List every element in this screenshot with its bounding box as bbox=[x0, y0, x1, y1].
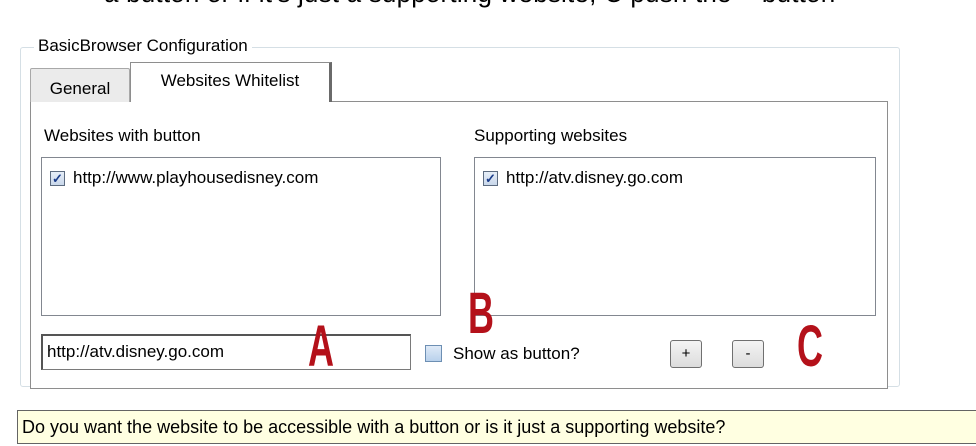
websites-with-button-list[interactable]: ✓ http://www.playhousedisney.com bbox=[41, 157, 441, 316]
instruction-text: a button or if it's just a supporting we… bbox=[104, 0, 835, 9]
url-input[interactable]: http://atv.disney.go.com bbox=[41, 334, 411, 370]
annotation-b: B bbox=[468, 281, 494, 346]
list-item[interactable]: ✓ http://atv.disney.go.com bbox=[483, 168, 683, 188]
tab-general[interactable]: General bbox=[30, 68, 130, 102]
list-item[interactable]: ✓ http://www.playhousedisney.com bbox=[50, 168, 318, 188]
annotation-a: A bbox=[308, 314, 334, 379]
checkbox-checked[interactable]: ✓ bbox=[50, 170, 65, 186]
supporting-websites-list[interactable]: ✓ http://atv.disney.go.com bbox=[474, 157, 876, 316]
remove-button[interactable]: - bbox=[732, 340, 764, 368]
show-as-button-checkbox[interactable] bbox=[425, 345, 442, 362]
websites-with-button-label: Websites with button bbox=[44, 126, 201, 145]
annotation-c: C bbox=[797, 314, 823, 379]
tab-websites-whitelist[interactable]: Websites Whitelist bbox=[130, 62, 332, 102]
tooltip: Do you want the website to be accessible… bbox=[17, 410, 976, 444]
add-button[interactable]: + bbox=[670, 340, 702, 368]
show-as-button-label: Show as button? bbox=[453, 344, 580, 363]
list-item-url: http://atv.disney.go.com bbox=[506, 168, 684, 187]
group-title: BasicBrowser Configuration bbox=[34, 36, 252, 56]
supporting-websites-label: Supporting websites bbox=[474, 126, 628, 145]
checkbox-checked[interactable]: ✓ bbox=[483, 170, 498, 186]
list-item-url: http://www.playhousedisney.com bbox=[73, 168, 319, 187]
